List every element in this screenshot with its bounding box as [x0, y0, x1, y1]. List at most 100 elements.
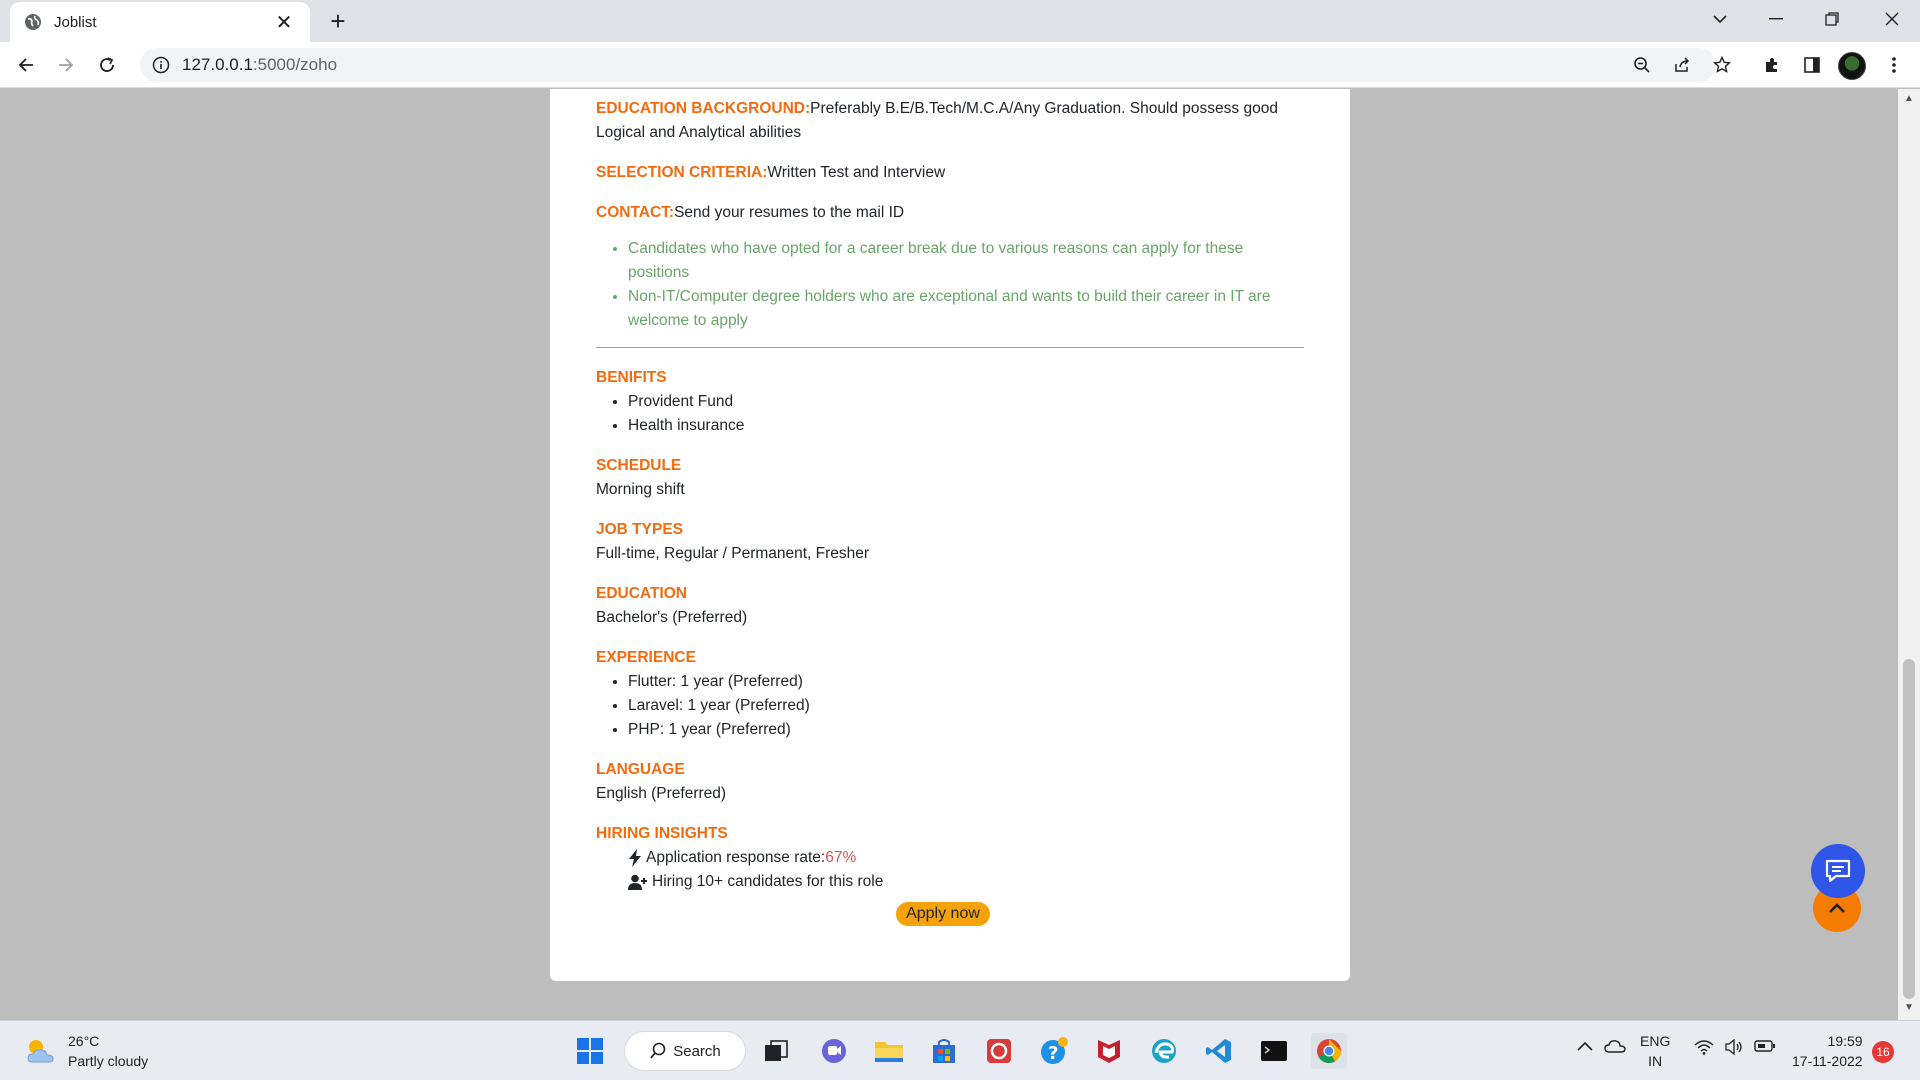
clock[interactable]: 19:59 17-11-2022	[1792, 1031, 1863, 1071]
tab-title: Joblist	[54, 13, 97, 31]
divider	[596, 347, 1304, 348]
contact-text: Send your resumes to the mail ID	[674, 204, 905, 221]
mcafee-icon[interactable]	[1091, 1033, 1127, 1069]
education-background: EDUCATION BACKGROUND:Preferably B.E/B.Te…	[596, 97, 1304, 145]
close-window-button[interactable]	[1864, 0, 1920, 38]
info-icon	[152, 56, 170, 74]
start-windows-icon[interactable]	[572, 1033, 608, 1069]
show-hidden-icons-chevron-up-icon[interactable]	[1576, 1039, 1594, 1055]
chevron-up-icon	[1829, 903, 1845, 913]
education-background-label: EDUCATION BACKGROUND:	[596, 100, 811, 117]
list-item: Candidates who have opted for a career b…	[628, 237, 1304, 285]
apply-now-button[interactable]: Apply now	[896, 902, 990, 926]
globe-icon	[25, 14, 41, 30]
reload-button[interactable]	[91, 49, 123, 81]
reload-icon	[100, 57, 114, 72]
chat-icon	[1825, 859, 1851, 883]
education-section: EDUCATION Bachelor's (Preferred)	[596, 582, 1304, 630]
temperature-text: 26°C	[68, 1033, 100, 1049]
profile-avatar[interactable]	[1838, 52, 1866, 80]
language-code: ENG	[1640, 1033, 1671, 1049]
close-tab-icon[interactable]: ✕	[272, 10, 296, 35]
zoom-icon[interactable]	[1628, 51, 1656, 79]
vscode-icon[interactable]	[1201, 1033, 1237, 1069]
list-item: Laravel: 1 year (Preferred)	[628, 694, 1304, 718]
chat-button[interactable]	[1811, 844, 1865, 898]
scroll-thumb[interactable]	[1903, 659, 1915, 999]
hiring-count: Hiring 10+ candidates for this role	[628, 870, 1304, 894]
job-types-text: Full-time, Regular / Permanent, Fresher	[596, 545, 870, 562]
get-help-icon[interactable]: ?	[1036, 1033, 1072, 1069]
new-tab-button[interactable]: +	[322, 6, 354, 38]
clock-date: 17-11-2022	[1792, 1053, 1863, 1069]
hiring-insights-section: HIRING INSIGHTS Application response rat…	[596, 822, 1304, 894]
list-item: Non-IT/Computer degree holders who are e…	[628, 285, 1304, 333]
bookmark-star-icon[interactable]	[1708, 51, 1736, 79]
search-label: Search	[673, 1042, 721, 1060]
forward-button[interactable]	[50, 49, 82, 81]
taskbar: 26°C Partly cloudy Search ? ENG IN 19:59…	[0, 1020, 1920, 1080]
partly-cloudy-icon	[27, 1040, 54, 1063]
notification-badge[interactable]: 16	[1872, 1041, 1894, 1063]
schedule-heading: SCHEDULE	[596, 457, 682, 474]
notes-list: Candidates who have opted for a career b…	[628, 237, 1304, 333]
language-text: English (Preferred)	[596, 785, 727, 802]
response-rate-label: Application response rate:	[646, 849, 826, 866]
tab-joblist[interactable]: Joblist ✕	[10, 2, 310, 42]
wifi-icon[interactable]	[1694, 1039, 1714, 1058]
extensions-puzzle-icon[interactable]	[1758, 51, 1786, 79]
job-types-heading: JOB TYPES	[596, 521, 683, 538]
minimize-button[interactable]	[1748, 0, 1804, 38]
page-viewport: EDUCATION BACKGROUND:Preferably B.E/B.Te…	[0, 89, 1898, 1020]
search-icon	[650, 1042, 666, 1059]
task-view-icon[interactable]	[758, 1033, 794, 1069]
clock-time: 19:59	[1827, 1033, 1863, 1049]
address-bar[interactable]: 127.0.0.1:5000/zoho	[140, 48, 1716, 82]
list-item: Provident Fund	[628, 390, 1304, 414]
edge-browser-icon[interactable]	[1146, 1033, 1182, 1069]
svg-text:?: ?	[1048, 1043, 1058, 1064]
scroll-up-arrow-icon[interactable]: ▲	[1903, 93, 1915, 105]
weather-text: Partly cloudy	[68, 1053, 149, 1069]
back-button[interactable]	[10, 49, 42, 81]
language-heading: LANGUAGE	[596, 761, 685, 778]
education-heading: EDUCATION	[596, 585, 687, 602]
browser-toolbar: 127.0.0.1:5000/zoho	[0, 42, 1920, 88]
teams-chat-icon[interactable]	[816, 1033, 852, 1069]
tab-search-chevron-down-icon[interactable]	[1692, 0, 1748, 38]
bolt-icon	[629, 849, 641, 867]
selection-criteria: SELECTION CRITERIA:Written Test and Inte…	[596, 161, 1304, 185]
job-details-card: EDUCATION BACKGROUND:Preferably B.E/B.Te…	[550, 89, 1350, 981]
job-types-section: JOB TYPES Full-time, Regular / Permanent…	[596, 518, 1304, 566]
weather-widget[interactable]: 26°C Partly cloudy	[24, 1031, 148, 1071]
list-item: Flutter: 1 year (Preferred)	[628, 670, 1304, 694]
chrome-icon[interactable]	[1311, 1033, 1347, 1069]
selection-criteria-text: Written Test and Interview	[767, 164, 946, 181]
terminal-icon[interactable]	[1256, 1033, 1292, 1069]
taskbar-search[interactable]: Search	[624, 1031, 746, 1071]
volume-icon[interactable]	[1724, 1038, 1744, 1058]
microsoft-store-icon[interactable]	[926, 1033, 962, 1069]
share-icon[interactable]	[1668, 51, 1696, 79]
onedrive-cloud-icon[interactable]	[1604, 1039, 1626, 1056]
side-panel-icon[interactable]	[1798, 51, 1826, 79]
education-text: Bachelor's (Preferred)	[596, 609, 748, 626]
tab-strip: Joblist ✕ +	[0, 0, 1920, 42]
file-explorer-icon[interactable]	[871, 1033, 907, 1069]
response-rate: Application response rate: 67%	[628, 846, 1304, 870]
battery-icon[interactable]	[1754, 1039, 1776, 1056]
contact-label: CONTACT:	[596, 204, 675, 221]
restore-button[interactable]	[1804, 0, 1860, 38]
arrow-left-icon	[18, 58, 33, 72]
more-menu-icon[interactable]	[1880, 51, 1908, 79]
list-item: PHP: 1 year (Preferred)	[628, 718, 1304, 742]
language-section: LANGUAGE English (Preferred)	[596, 758, 1304, 806]
scroll-down-arrow-icon[interactable]: ▼	[1903, 1002, 1915, 1014]
list-item: Health insurance	[628, 414, 1304, 438]
office-app-icon[interactable]	[981, 1033, 1017, 1069]
hiring-insights-heading: HIRING INSIGHTS	[596, 825, 728, 842]
benefits-section: BENIFITS Provident Fund Health insurance	[596, 366, 1304, 438]
vertical-scrollbar[interactable]: ▲ ▼	[1898, 89, 1920, 1020]
schedule-section: SCHEDULE Morning shift	[596, 454, 1304, 502]
input-language-indicator[interactable]: ENG IN	[1640, 1031, 1670, 1071]
